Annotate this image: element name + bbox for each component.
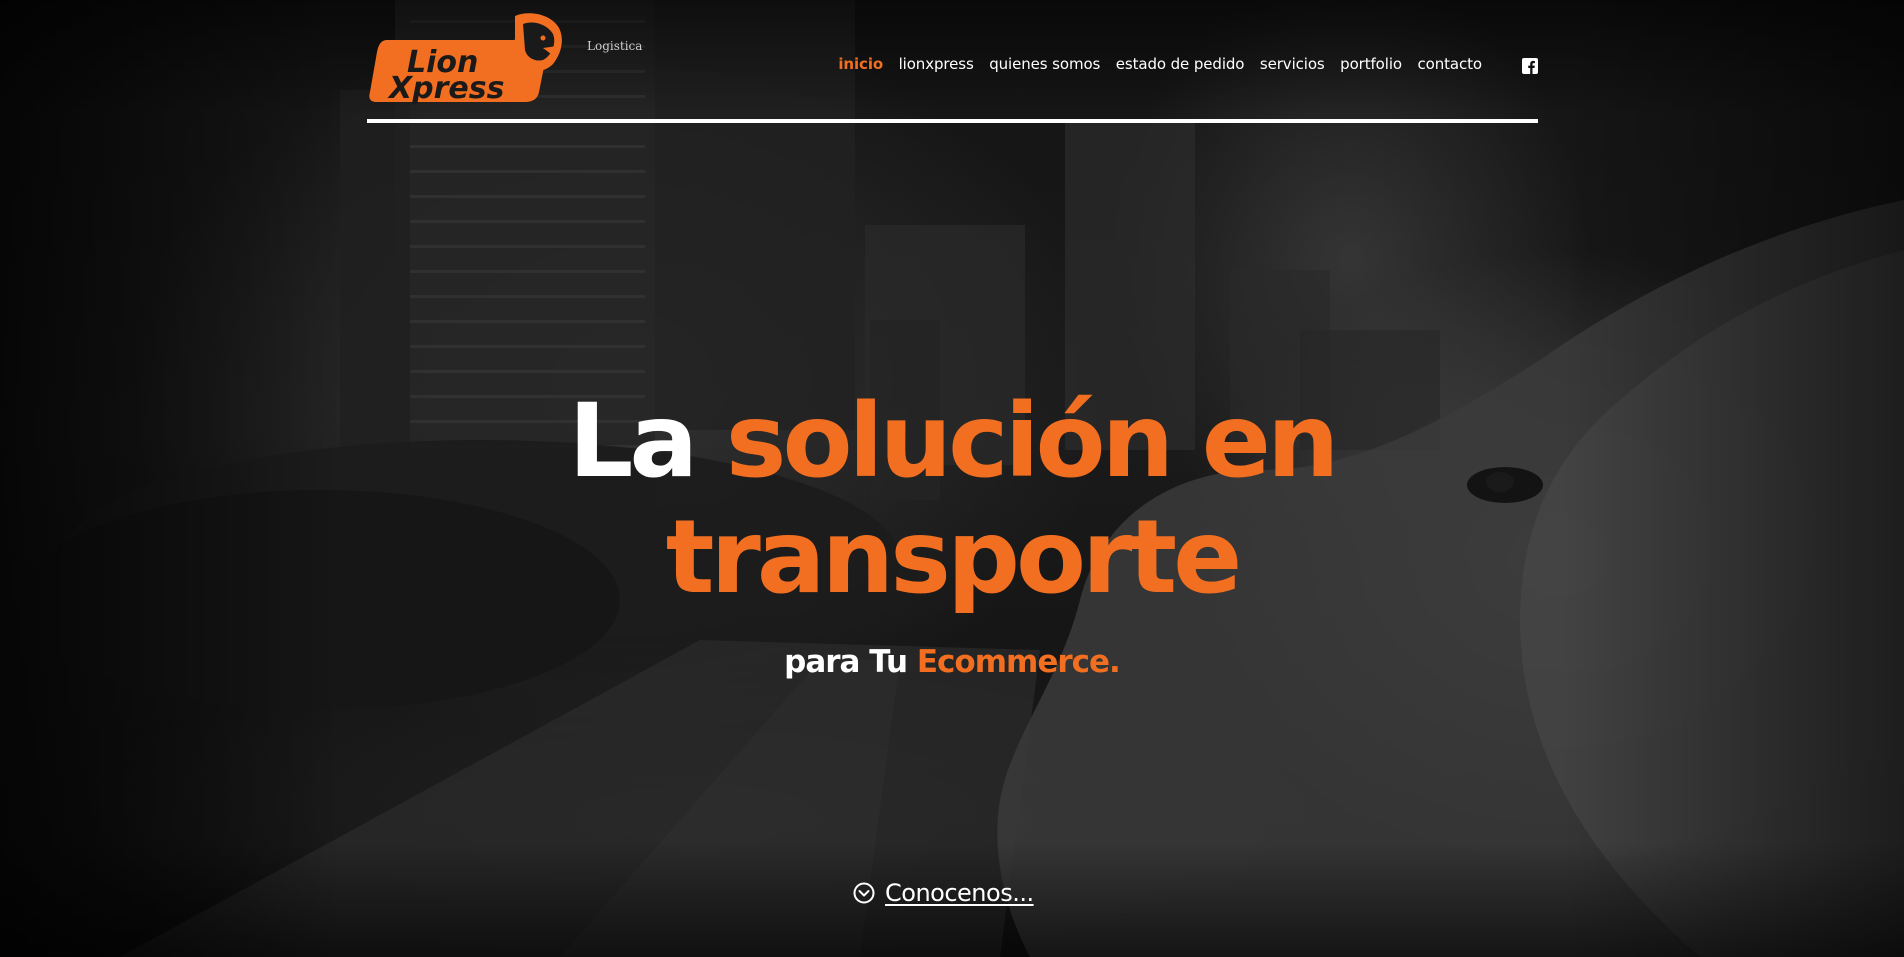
headline-white-word: La — [568, 382, 698, 501]
hero-headline: La solución en transporte — [0, 384, 1904, 616]
lionxpress-logo[interactable]: Lion Xpress — [367, 10, 567, 106]
subline-period: . — [1109, 644, 1121, 680]
nav-item-quienes-somos[interactable]: quienes somos — [989, 55, 1100, 73]
conocenos-link[interactable]: Conocenos... — [853, 879, 1034, 907]
nav-item-lionxpress[interactable]: lionxpress — [899, 55, 974, 73]
subline-orange: Ecommerce — [916, 644, 1110, 680]
nav-item-portfolio[interactable]: portfolio — [1340, 55, 1402, 73]
header-divider — [367, 119, 1538, 123]
nav-item-estado-de-pedido[interactable]: estado de pedido — [1116, 55, 1245, 73]
logo-image: Lion Xpress — [369, 13, 562, 106]
subline-white: para Tu — [784, 644, 908, 680]
site-header: Lion Xpress Logistica inicio lionxpress … — [367, 0, 1538, 124]
conocenos-label: Conocenos... — [885, 879, 1034, 907]
headline-orange-line2: transporte — [665, 498, 1243, 617]
logo-word-bottom: Xpress — [387, 71, 504, 106]
main-nav: inicio lionxpress quienes somos estado d… — [838, 55, 1482, 73]
chevron-down-circle-icon — [853, 882, 875, 904]
hero-subheadline: para Tu Ecommerce. — [0, 644, 1904, 680]
brand-tagline: Logistica — [587, 39, 643, 53]
hero-section: Lion Xpress Logistica inicio lionxpress … — [0, 0, 1904, 957]
nav-item-contacto[interactable]: contacto — [1417, 55, 1482, 73]
nav-item-inicio[interactable]: inicio — [838, 55, 883, 73]
headline-orange-line1: solución en — [725, 382, 1340, 501]
facebook-icon[interactable] — [1522, 58, 1538, 74]
nav-item-servicios[interactable]: servicios — [1260, 55, 1325, 73]
